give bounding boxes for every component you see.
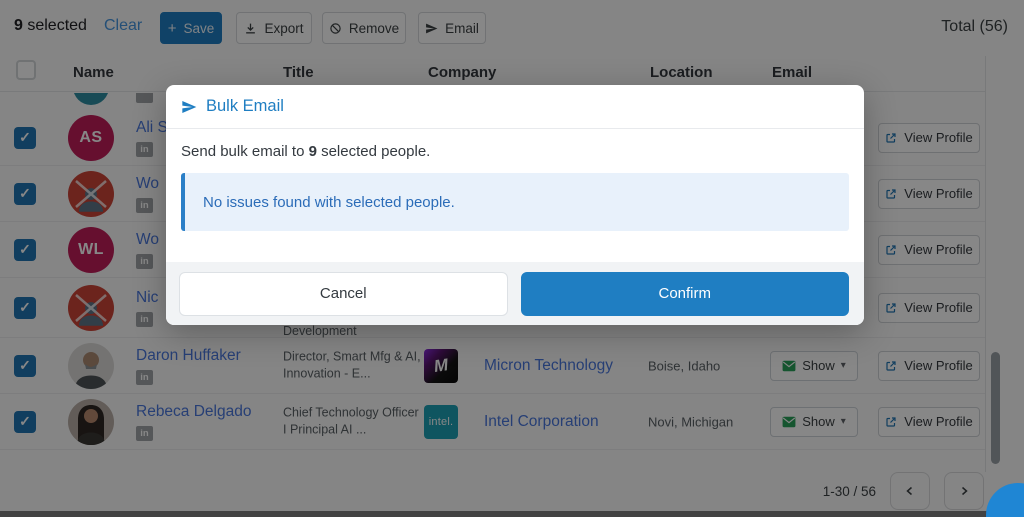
people-list-page: 9 selected Clear + Save Export Remove Em… [0, 0, 1024, 517]
modal-message: Send bulk email to 9 selected people. [181, 143, 849, 160]
modal-header: Bulk Email [166, 85, 864, 129]
info-banner-text: No issues found with selected people. [203, 194, 455, 211]
modal-message-prefix: Send bulk email to [181, 143, 309, 160]
modal-message-suffix: selected people. [317, 143, 430, 160]
send-icon [181, 99, 197, 115]
confirm-button[interactable]: Confirm [521, 272, 850, 316]
cancel-button[interactable]: Cancel [179, 272, 508, 316]
modal-title: Bulk Email [206, 97, 284, 116]
modal-body: Send bulk email to 9 selected people. No… [166, 129, 864, 231]
modal-message-count: 9 [309, 143, 317, 160]
modal-footer: Cancel Confirm [166, 262, 864, 325]
info-banner: No issues found with selected people. [181, 173, 849, 231]
bulk-email-modal: Bulk Email Send bulk email to 9 selected… [166, 85, 864, 325]
